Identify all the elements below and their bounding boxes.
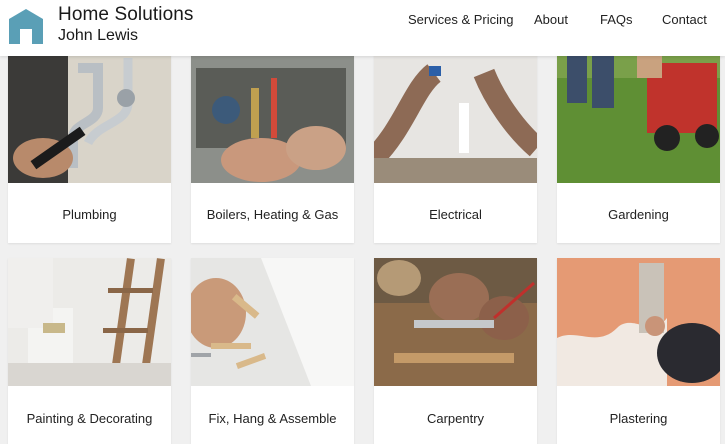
brand[interactable]: Home Solutions John Lewis (58, 4, 194, 46)
house-logo-icon[interactable] (7, 7, 45, 45)
service-label[interactable]: Boilers, Heating & Gas (191, 207, 354, 222)
service-card-fix-hang[interactable]: Fix, Hang & Assemble (191, 258, 354, 444)
assembly-photo (191, 258, 354, 386)
nav-link-label[interactable]: About (534, 12, 568, 27)
service-card-carpentry[interactable]: Carpentry (374, 258, 537, 444)
service-card-electrical[interactable]: Electrical (374, 48, 537, 243)
service-label[interactable]: Fix, Hang & Assemble (191, 411, 354, 426)
nav-faqs[interactable]: FAQs (600, 12, 633, 27)
service-card-painting[interactable]: Painting & Decorating (8, 258, 171, 444)
service-label[interactable]: Carpentry (374, 411, 537, 426)
nav-link-label[interactable]: Services & Pricing (408, 12, 513, 27)
service-card-plastering[interactable]: Plastering (557, 258, 720, 444)
service-card-boilers[interactable]: Boilers, Heating & Gas (191, 48, 354, 243)
nav-contact[interactable]: Contact (662, 12, 707, 27)
site-header: Home Solutions John Lewis Services & Pri… (0, 0, 725, 56)
service-label[interactable]: Gardening (557, 207, 720, 222)
service-label[interactable]: Plastering (557, 411, 720, 426)
painting-photo (8, 258, 171, 386)
service-label[interactable]: Painting & Decorating (8, 411, 171, 426)
plumbing-photo (8, 48, 171, 183)
carpentry-photo (374, 258, 537, 386)
service-label[interactable]: Electrical (374, 207, 537, 222)
nav-services-pricing[interactable]: Services & Pricing (408, 12, 513, 27)
plastering-photo (557, 258, 720, 386)
nav-link-label[interactable]: FAQs (600, 12, 633, 27)
nav-about[interactable]: About (534, 12, 568, 27)
nav-link-label[interactable]: Contact (662, 12, 707, 27)
service-card-gardening[interactable]: Gardening (557, 48, 720, 243)
brand-title: Home Solutions (58, 4, 194, 25)
boiler-photo (191, 48, 354, 183)
brand-subtitle: John Lewis (58, 27, 139, 44)
service-card-plumbing[interactable]: Plumbing (8, 48, 171, 243)
gardening-photo (557, 48, 720, 183)
service-label[interactable]: Plumbing (8, 207, 171, 222)
electrical-photo (374, 48, 537, 183)
